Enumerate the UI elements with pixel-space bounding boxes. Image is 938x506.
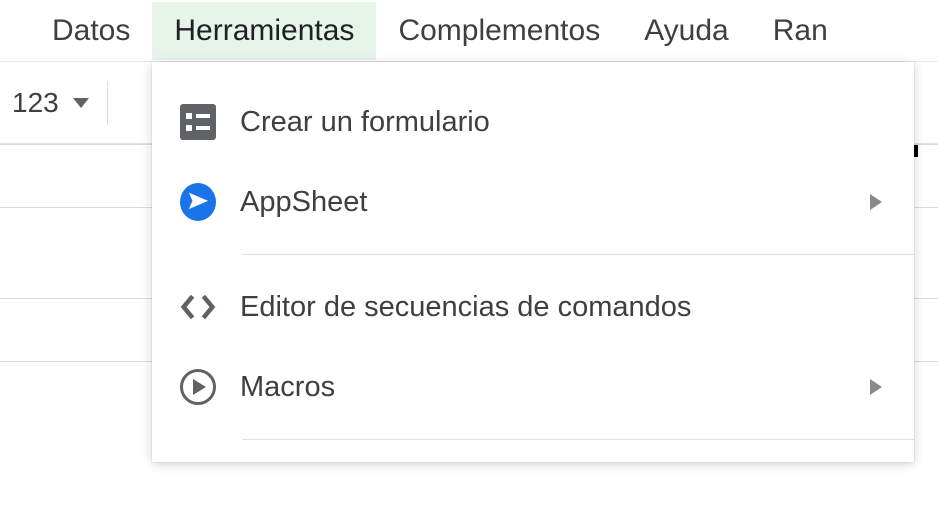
menu-separator — [242, 439, 914, 440]
number-format-label: 123 — [12, 87, 59, 119]
appsheet-icon — [180, 184, 216, 220]
menu-bar: Datos Herramientas Complementos Ayuda Ra… — [0, 0, 938, 62]
menu-item-macros[interactable]: Macros — [152, 347, 914, 427]
chevron-right-icon — [870, 194, 882, 210]
menu-ran[interactable]: Ran — [751, 2, 850, 60]
menu-item-label: Macros — [240, 371, 870, 404]
herramientas-dropdown: Crear un formulario AppSheet Editor de s… — [152, 62, 914, 462]
menu-separator — [242, 254, 914, 255]
menu-ayuda[interactable]: Ayuda — [622, 2, 751, 60]
menu-item-label: AppSheet — [240, 186, 870, 219]
chevron-right-icon — [870, 379, 882, 395]
number-format-dropdown[interactable]: 123 — [12, 81, 108, 125]
code-icon — [180, 289, 216, 325]
play-circle-icon — [180, 369, 216, 405]
chevron-down-icon — [73, 98, 89, 108]
menu-herramientas[interactable]: Herramientas — [152, 2, 376, 60]
menu-item-script-editor[interactable]: Editor de secuencias de comandos — [152, 267, 914, 347]
menu-item-appsheet[interactable]: AppSheet — [152, 162, 914, 242]
menu-complementos[interactable]: Complementos — [376, 2, 622, 60]
menu-datos[interactable]: Datos — [30, 2, 152, 60]
menu-item-crear-formulario[interactable]: Crear un formulario — [152, 82, 914, 162]
menu-item-label: Crear un formulario — [240, 106, 882, 139]
form-icon — [180, 104, 216, 140]
menu-item-label: Editor de secuencias de comandos — [240, 291, 882, 324]
